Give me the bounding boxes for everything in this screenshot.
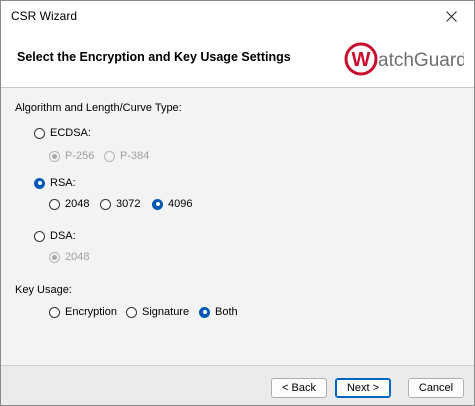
svg-text:atchGuard: atchGuard [378,50,464,71]
key-usage-signature-label: Signature [142,306,190,318]
button-bar: < Back Next > Cancel [1,365,474,405]
ecdsa-p384-label: P-384 [120,150,150,162]
rsa-label: RSA: [50,177,76,189]
rsa-2048-radio[interactable]: 2048 [49,198,89,210]
rsa-3072-radio[interactable]: 3072 [100,198,140,210]
rsa-3072-label: 3072 [116,198,141,210]
key-usage-label: Key Usage: [15,284,72,296]
wizard-header: Select the Encryption and Key Usage Sett… [1,31,474,88]
ecdsa-label: ECDSA: [50,127,91,139]
key-usage-both-radio[interactable]: Both [199,306,238,318]
rsa-4096-radio-circle [152,198,163,210]
title-bar: CSR Wizard [1,1,474,31]
dsa-label: DSA: [50,230,76,242]
key-usage-encryption-radio-circle [49,306,60,318]
key-usage-both-radio-circle [199,306,210,318]
svg-text:W: W [352,49,371,71]
dsa-2048-radio-circle [49,251,60,263]
dsa-radio-circle [34,230,45,242]
back-button[interactable]: < Back [271,378,327,398]
key-usage-encryption-radio[interactable]: Encryption [49,306,117,318]
cancel-button[interactable]: Cancel [408,378,464,398]
rsa-radio[interactable]: RSA: [34,177,76,189]
ecdsa-p256-label: P-256 [65,150,95,162]
ecdsa-p256-radio-circle [49,150,60,162]
dsa-2048-radio[interactable]: 2048 [49,251,89,263]
rsa-3072-radio-circle [100,198,111,210]
key-usage-signature-radio-circle [126,306,137,318]
ecdsa-p384-radio-circle [104,150,115,162]
csr-wizard-window: CSR Wizard Select the Encryption and Key… [0,0,475,406]
ecdsa-radio[interactable]: ECDSA: [34,127,91,139]
key-usage-both-label: Both [215,306,238,318]
dsa-2048-label: 2048 [65,251,90,263]
rsa-4096-label: 4096 [168,198,193,210]
watchguard-logo: W atchGuard [344,42,464,76]
close-icon [445,10,457,22]
window-title: CSR Wizard [11,9,78,23]
rsa-4096-radio[interactable]: 4096 [152,198,192,210]
ecdsa-radio-circle [34,127,45,139]
dsa-radio[interactable]: DSA: [34,230,76,242]
rsa-2048-label: 2048 [65,198,90,210]
rsa-2048-radio-circle [49,198,60,210]
page-title: Select the Encryption and Key Usage Sett… [17,50,291,64]
next-button[interactable]: Next > [335,378,391,398]
rsa-radio-circle [34,177,45,189]
key-usage-signature-radio[interactable]: Signature [126,306,189,318]
close-button[interactable] [428,1,474,31]
algorithm-label: Algorithm and Length/Curve Type: [15,102,182,114]
ecdsa-p384-radio[interactable]: P-384 [104,150,149,162]
ecdsa-p256-radio[interactable]: P-256 [49,150,94,162]
key-usage-encryption-label: Encryption [65,306,117,318]
